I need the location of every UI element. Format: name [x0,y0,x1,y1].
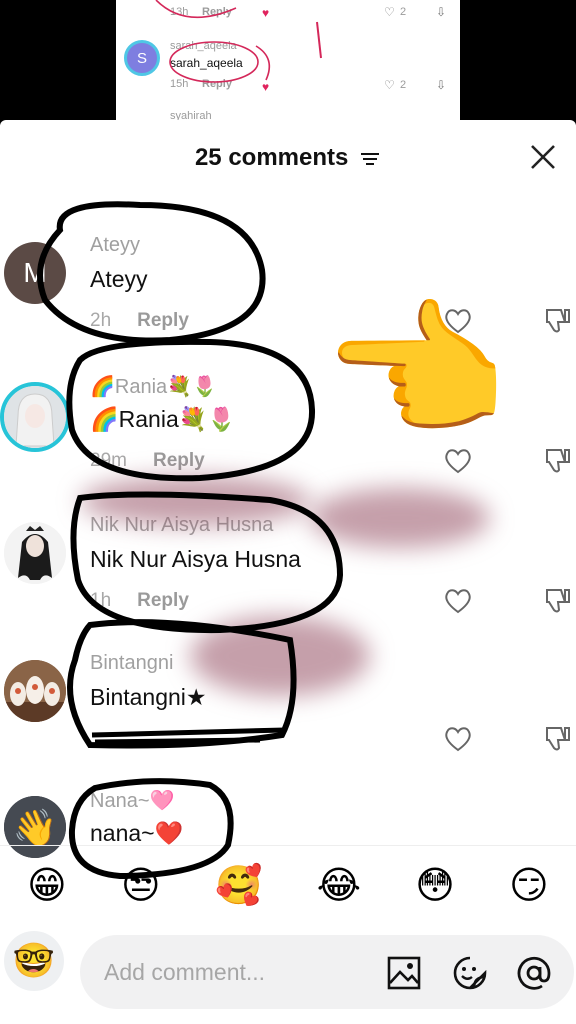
reply-button[interactable]: Reply [137,590,189,611]
avatar[interactable]: M [4,242,66,304]
comments-count-title: 25 comments [194,144,349,171]
reply-button[interactable]: Reply [137,310,189,331]
comments-sheet: 25 comments M Ateyy Ateyy 2h Reply 🌈Rani… [0,120,576,1024]
dislike-icon[interactable] [541,306,571,336]
close-icon[interactable] [528,142,558,172]
background-comments-screenshot: 13h Reply ♥ ♡ 2 ⇩ S sarah_aqeela sarah_a… [116,0,460,120]
comment-field[interactable] [80,935,574,1009]
pointing-hand-sticker: 👉 [326,287,513,455]
heart-icon[interactable] [443,724,473,754]
comment-text: Nik Nur Aisya Husna [90,546,301,572]
comment-time: 29m [90,450,127,471]
image-icon[interactable] [386,955,422,991]
hair-avatar-icon [4,522,66,584]
comment-text: nana~❤️ [90,820,184,846]
comment-time: 2h [90,310,112,331]
blur-smudge [80,476,310,526]
dislike-icon[interactable] [541,724,571,754]
blur-smudge [310,488,490,548]
comment-text: 🌈Rania💐🌷 [90,406,237,432]
blur-smudge [190,616,370,696]
comment-username[interactable]: Ateyy [90,234,140,257]
comment-text: Bintangni★ [90,684,207,710]
figurines-avatar-icon [4,660,66,722]
comment-username[interactable]: Nana~🩷 [90,788,174,813]
comments-header: 25 comments [0,120,576,196]
emoji-hearts-button[interactable]: 🥰 [215,864,262,908]
comment-text: Ateyy [90,266,148,292]
avatar[interactable] [4,522,66,584]
heart-icon[interactable] [443,586,473,616]
comment-composer: 🤓 [0,925,576,1024]
avatar[interactable] [0,382,70,452]
comment-meta: 29m Reply [90,450,205,472]
dislike-icon[interactable] [541,586,571,616]
emoji-quick-bar: 😁 😒 🥰 😂 😳 😏 [0,845,576,925]
girl-avatar-icon [4,386,66,448]
my-avatar[interactable]: 🤓 [4,931,64,991]
comment-input[interactable] [104,955,374,989]
reply-button[interactable]: Reply [153,450,205,471]
dislike-icon[interactable] [541,446,571,476]
mention-icon[interactable] [516,955,552,991]
comment-username[interactable]: Bintangni [90,652,173,675]
comment-meta: 2h Reply [90,310,189,332]
comment-meta: 1h Reply [90,590,189,612]
filter-icon[interactable] [359,151,381,167]
sticker-icon[interactable] [452,955,488,991]
emoji-flushed-button[interactable]: 😳 [415,863,455,908]
comment-username[interactable]: 🌈Rania💐🌷 [90,374,217,399]
comments-title-row: 25 comments [0,144,576,172]
comment-time: 1h [90,590,112,611]
avatar[interactable] [4,660,66,722]
emoji-grin-button[interactable]: 😁 [27,863,67,908]
svg-text:👋: 👋 [13,807,58,849]
emoji-unamused-button[interactable]: 😒 [121,863,161,908]
emoji-joy-button[interactable]: 😂 [317,863,361,908]
emoji-smirk-button[interactable]: 😏 [509,863,549,908]
pen-annotation-top [155,0,322,83]
